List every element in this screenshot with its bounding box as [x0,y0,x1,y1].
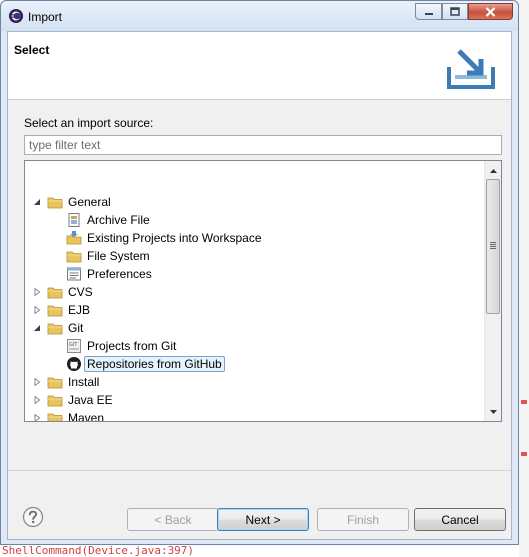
minimize-button[interactable] [415,3,442,20]
folder-icon [66,251,82,263]
import-source-tree[interactable]: General Archive File Existing Projects int… [24,160,502,422]
collapsed-arrow-icon[interactable] [33,288,41,296]
tree-item[interactable]: Repositories from GitHub [25,355,485,373]
tree-item-label: Archive File [87,213,150,227]
git-projects-icon: GIT [67,339,81,353]
finish-button[interactable]: Finish [317,508,409,531]
tree-item-label: Existing Projects into Workspace [87,231,262,245]
maximize-button[interactable] [442,3,468,20]
title-bar[interactable]: Import [1,1,518,31]
tree-item-label: CVS [68,285,93,299]
close-button[interactable] [468,3,513,20]
collapsed-arrow-icon[interactable] [33,396,41,404]
expanded-arrow-icon[interactable] [33,198,41,206]
tree-item[interactable]: File System [25,247,485,265]
tree-item[interactable]: Existing Projects into Workspace [25,229,485,247]
tree-item[interactable]: Java EE [25,391,485,409]
filter-input[interactable] [24,135,502,155]
tree-item-label: File System [87,249,150,263]
background-marker [521,452,527,456]
tree-item[interactable]: Archive File [25,211,485,229]
wizard-header: Select [8,32,511,100]
tree-item-label: EJB [68,303,91,317]
minimize-icon [424,12,433,15]
collapsed-arrow-icon[interactable] [33,378,41,386]
import-source-label: Select an import source: [24,116,154,130]
scroll-up-button[interactable] [485,162,501,179]
folder-icon [47,377,63,389]
tree-item[interactable]: Preferences [25,265,485,283]
tree-item[interactable]: Git [25,319,485,337]
tree-item[interactable]: Maven [25,409,485,422]
tree-item[interactable]: GIT Projects from Git [25,337,485,355]
folder-icon [47,287,63,299]
existing-projects-icon [66,231,82,245]
dialog-body: Select Select an import source: General A… [7,31,512,540]
close-icon [485,6,496,17]
folder-icon [47,323,63,335]
scroll-thumb[interactable] [486,179,500,314]
expanded-arrow-icon[interactable] [33,324,41,332]
background-console-text: ShellCommand(Device.java:397) [2,544,195,557]
scroll-down-button[interactable] [485,403,501,420]
tree-item-label: Java EE [68,393,113,407]
tree-item[interactable]: General [25,193,485,211]
cancel-button[interactable]: Cancel [414,508,506,531]
folder-icon [47,413,63,421]
window-title: Import [28,10,63,24]
eclipse-icon [9,9,23,23]
tree-item-label: General [68,195,111,209]
background-marker [521,400,527,404]
archive-file-icon [68,213,80,227]
tree-item-label: Git [68,321,84,335]
folder-icon [47,197,63,209]
tree-item[interactable]: EJB [25,301,485,319]
tree-item-label: Install [68,375,100,389]
help-icon[interactable] [22,506,44,528]
collapsed-arrow-icon[interactable] [33,414,41,422]
github-icon [67,357,81,371]
preferences-icon [67,267,81,281]
tree-item[interactable]: CVS [25,283,485,301]
tree-item-label: Repositories from GitHub [84,356,225,372]
import-dialog: Import Select Select an import source: G… [0,0,519,545]
import-wizard-icon [447,49,495,89]
background-editor-edge [519,0,529,557]
svg-text:GIT: GIT [69,342,78,348]
page-title: Select [14,43,50,57]
tree-item-label: Maven [68,411,105,422]
footer-divider [8,470,511,471]
tree-vertical-scrollbar[interactable] [484,161,501,421]
tree-item-label: Projects from Git [87,339,177,353]
collapsed-arrow-icon[interactable] [33,306,41,314]
tree-item-label: Preferences [87,267,152,281]
maximize-icon [450,7,460,16]
tree-item[interactable]: Install [25,373,485,391]
folder-icon [47,305,63,317]
scroll-up-icon [489,168,497,173]
folder-icon [47,395,63,407]
back-button[interactable]: < Back [127,508,219,531]
scroll-down-icon [489,409,497,414]
next-button[interactable]: Next > [217,508,309,531]
